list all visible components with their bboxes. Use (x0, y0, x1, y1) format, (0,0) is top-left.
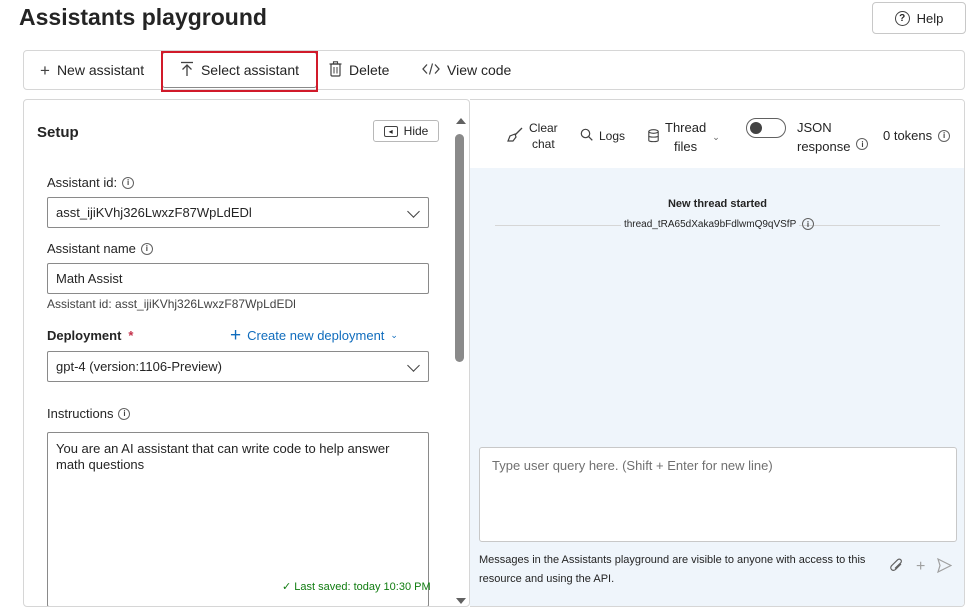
send-icon[interactable] (937, 557, 953, 579)
chevron-down-icon: ⌄ (712, 131, 720, 142)
chat-toolbar: Clear chat Logs Thread files ⌄ JSON resp… (470, 100, 964, 168)
chevron-down-icon: ⌄ (390, 330, 398, 340)
token-count-label: 0 tokens (883, 128, 933, 143)
scrollbar-thumb[interactable] (455, 134, 464, 362)
assistant-name-label-row: Assistant name i (47, 241, 153, 256)
page-title: Assistants playground (19, 4, 267, 30)
json-response-line2: response (797, 139, 851, 154)
trash-icon (329, 60, 342, 80)
database-icon (648, 128, 659, 146)
assistant-id-note: Assistant id: asst_ijiKVhj326LwxzF87WpLd… (47, 297, 296, 311)
thread-id: thread_tRA65dXaka9bFdlwmQ9qVSfP (620, 218, 800, 230)
collapse-panel-icon: ◂ (383, 125, 398, 137)
hide-label: Hide (403, 124, 429, 138)
chevron-down-icon (407, 359, 420, 372)
upload-icon (180, 61, 194, 80)
instructions-label-row: Instructions i (47, 406, 131, 421)
new-thread-message: New thread started (667, 198, 768, 210)
hide-setup-button[interactable]: ◂ Hide (373, 120, 439, 142)
delete-label: Delete (349, 62, 390, 78)
select-assistant-label: Select assistant (200, 62, 300, 78)
logs-button[interactable]: Logs (580, 128, 625, 144)
json-response-toggle[interactable] (746, 118, 786, 138)
setup-title: Setup (37, 124, 79, 141)
instructions-label: Instructions (47, 406, 114, 421)
setup-panel: Setup ◂ Hide Assistant id: i asst_ijiKVh… (23, 99, 470, 607)
required-marker: * (128, 328, 134, 343)
assistant-name-value: Math Assist (56, 271, 123, 286)
help-button[interactable]: ? Help (872, 2, 966, 34)
assistant-id-label: Assistant id: (47, 175, 118, 190)
question-icon: ? (894, 10, 910, 26)
user-query-input[interactable]: Type user query here. (Shift + Enter for… (479, 447, 957, 542)
select-assistant-button[interactable]: Select assistant (162, 52, 317, 88)
last-saved-status: ✓ Last saved: today 10:30 PM (282, 581, 431, 593)
clear-chat-line2: chat (532, 137, 555, 151)
add-icon[interactable]: + (916, 558, 925, 579)
assistant-id-value: asst_ijiKVhj326LwxzF87WpLdEDl (56, 205, 252, 220)
attach-icon[interactable] (890, 558, 904, 579)
broom-icon (507, 127, 523, 146)
thread-id-row: thread_tRA65dXaka9bFdlwmQ9qVSfP i (470, 218, 964, 230)
deployment-label-row: Deployment * (47, 328, 133, 343)
assistant-id-dropdown[interactable]: asst_ijiKVhj326LwxzF87WpLdEDl (47, 197, 429, 228)
thread-files-button[interactable]: Thread files ⌄ (648, 118, 720, 156)
visibility-disclaimer: Messages in the Assistants playground ar… (479, 554, 866, 585)
new-assistant-button[interactable]: + New assistant (40, 51, 144, 89)
thread-files-line1: Thread (665, 120, 707, 135)
deployment-label: Deployment (47, 328, 122, 343)
info-icon[interactable]: i (118, 407, 131, 420)
plus-icon: + (40, 60, 50, 80)
create-deployment-label: Create new deployment (247, 328, 385, 343)
delete-button[interactable]: Delete (329, 51, 389, 89)
info-icon[interactable]: i (938, 129, 951, 142)
search-icon (580, 128, 593, 144)
assistant-toolbar: + New assistant Select assistant Delete … (23, 50, 965, 90)
clear-chat-line1: Clear (529, 121, 558, 135)
info-icon[interactable]: i (802, 218, 815, 230)
thread-files-line2: files (674, 139, 698, 154)
info-icon[interactable]: i (140, 242, 153, 255)
code-icon (422, 62, 440, 78)
create-deployment-link[interactable]: + Create new deployment ⌄ (230, 326, 398, 345)
chat-actions: + (890, 557, 953, 579)
setup-scrollbar[interactable] (454, 116, 468, 604)
view-code-label: View code (447, 62, 512, 78)
assistant-name-input[interactable]: Math Assist (47, 263, 429, 294)
info-icon[interactable]: i (122, 176, 135, 189)
view-code-button[interactable]: View code (422, 51, 511, 89)
chevron-down-icon (407, 205, 420, 218)
assistant-id-label-row: Assistant id: i (47, 175, 135, 190)
json-response-label-group: JSON response i (797, 118, 869, 156)
help-label: Help (916, 10, 944, 26)
clear-chat-button[interactable]: Clear chat (507, 120, 558, 152)
deployment-dropdown[interactable]: gpt-4 (version:1106-Preview) (47, 351, 429, 382)
scroll-down-icon[interactable] (456, 598, 466, 604)
toggle-knob (750, 122, 762, 134)
json-response-line1: JSON (797, 120, 832, 135)
info-icon[interactable]: i (856, 138, 869, 150)
plus-icon: + (230, 325, 242, 346)
new-assistant-label: New assistant (56, 62, 145, 78)
logs-label: Logs (599, 129, 626, 143)
assistant-name-label: Assistant name (47, 241, 136, 256)
chat-area: New thread started thread_tRA65dXaka9bFd… (470, 168, 964, 606)
chat-panel: Clear chat Logs Thread files ⌄ JSON resp… (470, 99, 965, 607)
scroll-up-icon[interactable] (456, 118, 466, 124)
deployment-value: gpt-4 (version:1106-Preview) (56, 359, 222, 374)
token-count: 0 tokens i (883, 128, 951, 143)
